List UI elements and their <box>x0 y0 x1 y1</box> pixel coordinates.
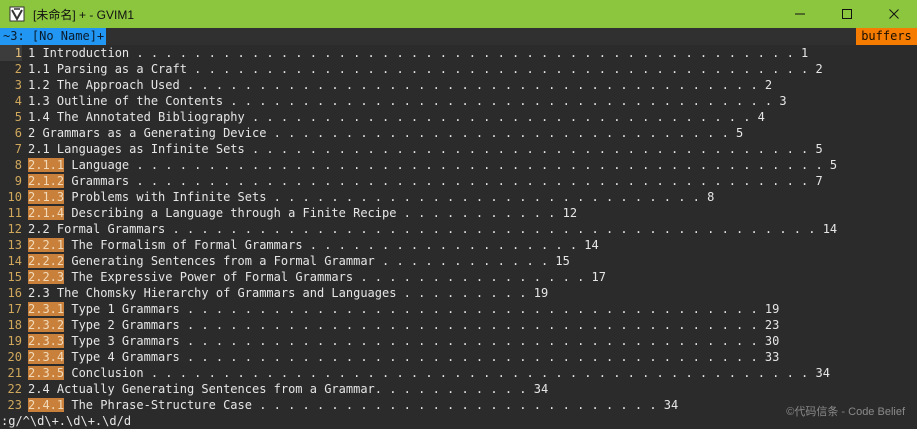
search-match-highlight: 2.4.1 <box>28 398 65 412</box>
editor-line[interactable]: 21 2.3.5 Conclusion . . . . . . . . . . .… <box>0 365 917 381</box>
editor-line[interactable]: 17 2.3.1 Type 1 Grammars . . . . . . . . … <box>0 301 917 317</box>
minimize-button[interactable] <box>776 0 823 28</box>
line-text: 1.4 The Annotated Bibliography . . . . .… <box>28 110 765 124</box>
line-number: 22 <box>7 382 22 396</box>
line-text: 2 Grammars as a Generating Device . . . … <box>28 126 744 140</box>
line-number: 15 <box>7 270 22 284</box>
search-match-highlight: 2.1.2 <box>28 174 65 188</box>
line-number: 5 <box>14 110 22 124</box>
search-match-highlight: 2.1.1 <box>28 158 65 172</box>
line-text: 2.2 Formal Grammars . . . . . . . . . . … <box>28 222 838 236</box>
search-match-highlight: 2.3.3 <box>28 334 65 348</box>
watermark: ©代码信条 - Code Belief <box>786 406 905 418</box>
close-button[interactable] <box>870 0 917 28</box>
line-text: 1.1 Parsing as a Craft . . . . . . . . .… <box>28 62 823 76</box>
editor-line[interactable]: 18 2.3.2 Type 2 Grammars . . . . . . . . … <box>0 317 917 333</box>
search-match-highlight: 2.3.5 <box>28 366 65 380</box>
search-match-highlight: 2.1.4 <box>28 206 65 220</box>
editor-line[interactable]: 19 2.3.3 Type 3 Grammars . . . . . . . . … <box>0 333 917 349</box>
line-number: 18 <box>7 318 22 332</box>
minimize-icon <box>794 13 805 15</box>
editor-line[interactable]: 9 2.1.2 Grammars . . . . . . . . . . . . … <box>0 173 917 189</box>
buffers-indicator[interactable]: buffers <box>856 28 917 45</box>
maximize-icon <box>841 9 852 19</box>
line-text: 1 Introduction . . . . . . . . . . . . .… <box>28 46 809 60</box>
line-text: Generating Sentences from a Formal Gramm… <box>64 254 570 268</box>
line-text: Type 2 Grammars . . . . . . . . . . . . … <box>64 318 780 332</box>
line-number: 11 <box>7 206 22 220</box>
line-number: 14 <box>7 254 22 268</box>
line-text: 1.3 Outline of the Contents . . . . . . … <box>28 94 787 108</box>
editor-line[interactable]: 8 2.1.1 Language . . . . . . . . . . . . … <box>0 157 917 173</box>
editor-line[interactable]: 23 2.4.1 The Phrase-Structure Case . . . … <box>0 397 917 413</box>
editor-line[interactable]: 4 1.3 Outline of the Contents . . . . . .… <box>0 93 917 109</box>
editor-line[interactable]: 11 2.1.4 Describing a Language through a … <box>0 205 917 221</box>
editor-line[interactable]: 13 2.2.1 The Formalism of Formal Grammars… <box>0 237 917 253</box>
line-text: Problems with Infinite Sets . . . . . . … <box>64 190 715 204</box>
line-text: Describing a Language through a Finite R… <box>64 206 578 220</box>
line-text: The Formalism of Formal Grammars . . . .… <box>64 238 599 252</box>
line-number: 3 <box>14 78 22 92</box>
search-match-highlight: 2.3.4 <box>28 350 65 364</box>
line-number: 6 <box>14 126 22 140</box>
line-text: 2.4 Actually Generating Sentences from a… <box>28 382 549 396</box>
line-number: 21 <box>7 366 22 380</box>
line-text: 2.3 The Chomsky Hierarchy of Grammars an… <box>28 286 549 300</box>
gvim-app-icon[interactable] <box>9 6 25 22</box>
line-text: Type 3 Grammars . . . . . . . . . . . . … <box>64 334 780 348</box>
line-text: Grammars . . . . . . . . . . . . . . . .… <box>64 174 823 188</box>
line-number: 23 <box>7 398 22 412</box>
title-bar: [未命名] + - GVIM1 <box>0 0 917 28</box>
editor-line[interactable]: 3 1.2 The Approach Used . . . . . . . . .… <box>0 77 917 93</box>
editor-line[interactable]: 10 2.1.3 Problems with Infinite Sets . . … <box>0 189 917 205</box>
editor-line[interactable]: 7 2.1 Languages as Infinite Sets . . . . … <box>0 141 917 157</box>
editor-line[interactable]: 22 2.4 Actually Generating Sentences from… <box>0 381 917 397</box>
editor-line[interactable]: 6 2 Grammars as a Generating Device . . .… <box>0 125 917 141</box>
editor-area[interactable]: 1 1 Introduction . . . . . . . . . . . . … <box>0 45 917 413</box>
editor-line[interactable]: 2 1.1 Parsing as a Craft . . . . . . . . … <box>0 61 917 77</box>
editor-line[interactable]: 15 2.2.3 The Expressive Power of Formal G… <box>0 269 917 285</box>
line-text: Conclusion . . . . . . . . . . . . . . .… <box>64 366 830 380</box>
search-match-highlight: 2.3.1 <box>28 302 65 316</box>
editor-line[interactable]: 20 2.3.4 Type 4 Grammars . . . . . . . . … <box>0 349 917 365</box>
window-title: [未命名] + - GVIM1 <box>33 7 135 22</box>
line-number: 13 <box>7 238 22 252</box>
command-line[interactable]: :g/^\d\+.\d\+.\d/d <box>0 413 917 429</box>
search-match-highlight: 2.2.1 <box>28 238 65 252</box>
line-number: 10 <box>7 190 22 204</box>
editor-line[interactable]: 14 2.2.2 Generating Sentences from a Form… <box>0 253 917 269</box>
line-number: 19 <box>7 334 22 348</box>
tab-current-buffer[interactable]: ~3: [No Name]+ <box>0 28 107 45</box>
editor-line[interactable]: 1 1 Introduction . . . . . . . . . . . . … <box>0 45 917 61</box>
line-text: 1.2 The Approach Used . . . . . . . . . … <box>28 78 773 92</box>
line-number: 9 <box>14 174 22 188</box>
line-number: 8 <box>14 158 22 172</box>
line-text: Type 4 Grammars . . . . . . . . . . . . … <box>64 350 780 364</box>
line-number: 1 <box>0 45 22 61</box>
line-number: 16 <box>7 286 22 300</box>
close-icon <box>888 9 899 19</box>
line-number: 2 <box>14 62 22 76</box>
line-text: The Expressive Power of Formal Grammars … <box>64 270 606 284</box>
search-match-highlight: 2.2.2 <box>28 254 65 268</box>
editor-line[interactable]: 12 2.2 Formal Grammars . . . . . . . . . … <box>0 221 917 237</box>
line-text: The Phrase-Structure Case . . . . . . . … <box>64 398 679 412</box>
line-number: 12 <box>7 222 22 236</box>
line-text: 2.1 Languages as Infinite Sets . . . . .… <box>28 142 823 156</box>
line-text: Type 1 Grammars . . . . . . . . . . . . … <box>64 302 780 316</box>
editor-line[interactable]: 16 2.3 The Chomsky Hierarchy of Grammars … <box>0 285 917 301</box>
line-text: Language . . . . . . . . . . . . . . . .… <box>64 158 838 172</box>
line-number: 7 <box>14 142 22 156</box>
line-number: 20 <box>7 350 22 364</box>
tab-line: ~3: [No Name]+ buffers <box>0 28 917 45</box>
search-match-highlight: 2.2.3 <box>28 270 65 284</box>
editor-line[interactable]: 5 1.4 The Annotated Bibliography . . . . … <box>0 109 917 125</box>
maximize-button[interactable] <box>823 0 870 28</box>
line-number: 4 <box>14 94 22 108</box>
search-match-highlight: 2.1.3 <box>28 190 65 204</box>
line-number: 17 <box>7 302 22 316</box>
search-match-highlight: 2.3.2 <box>28 318 65 332</box>
window-controls <box>776 0 917 28</box>
